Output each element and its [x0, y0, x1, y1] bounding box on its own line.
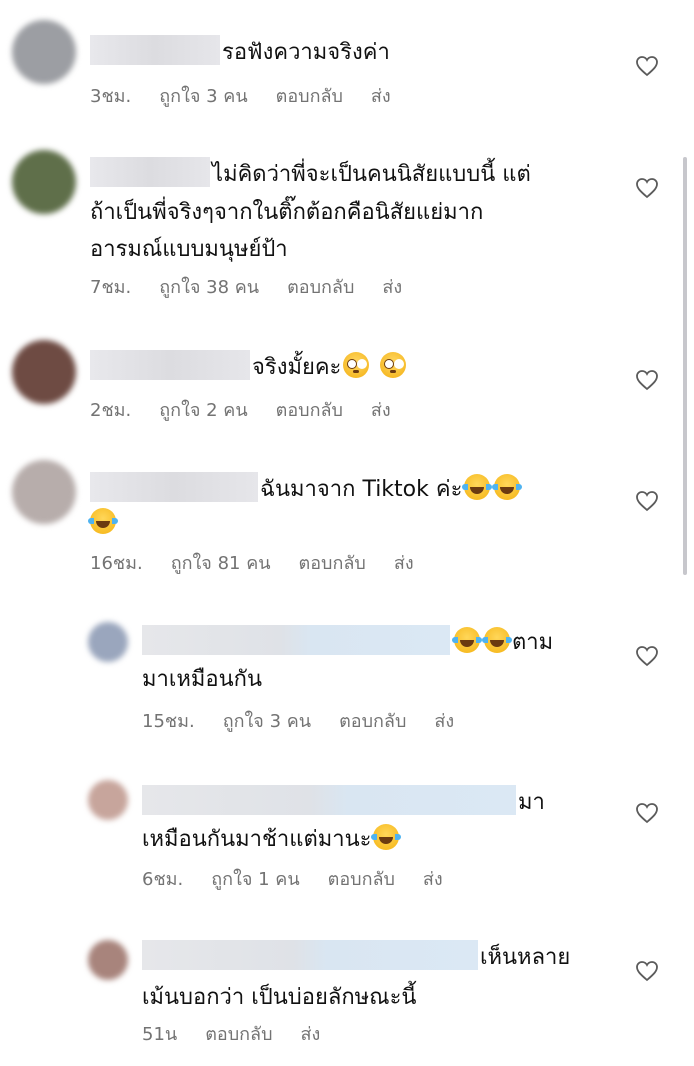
comment-body-line: อารมณ์แบบมนุษย์ป้า — [90, 237, 288, 262]
likes-count[interactable]: ถูกใจ 38 คน — [159, 277, 259, 298]
likes-count[interactable]: ถูกใจ 2 คน — [159, 400, 247, 421]
send-button[interactable]: ส่ง — [371, 86, 391, 107]
comment-body: รอฟังความจริงค่า — [222, 40, 390, 65]
send-button[interactable]: ส่ง — [423, 869, 443, 890]
reply-text-line: เหมือนกันมาช้าแต่มานะ — [142, 822, 402, 857]
reply-body-line: เห็นหลาย — [480, 945, 571, 970]
send-button[interactable]: ส่ง — [394, 553, 414, 574]
avatar[interactable] — [88, 780, 128, 820]
comment-text-line: ถ้าเป็นพี่จริงๆจากในติ๊กต้อกคือนิสัยแย่ม… — [90, 195, 483, 230]
heart-outline-icon[interactable] — [635, 960, 659, 982]
avatar[interactable] — [88, 940, 128, 980]
reply-body-line: ตาม — [512, 630, 554, 655]
timestamp: 16ชม. — [90, 553, 143, 574]
avatar[interactable] — [12, 150, 76, 214]
tears-of-joy-emoji — [462, 474, 493, 500]
comment-meta: 16ชม. ถูกใจ 81 คน ตอบกลับ ส่ง — [90, 552, 442, 576]
send-button[interactable]: ส่ง — [434, 711, 454, 732]
comment-body-line: ถ้าเป็นพี่จริงๆจากในติ๊กต้อกคือนิสัยแย่ม… — [90, 200, 484, 225]
comment-meta: 2ชม. ถูกใจ 2 คน ตอบกลับ ส่ง — [90, 399, 419, 423]
tears-of-joy-emoji — [88, 508, 118, 534]
scrollbar[interactable] — [683, 157, 687, 575]
comment-body-line: ไม่คิดว่าพี่จะเป็นคนนิสัยแบบนี้ แต่ — [212, 162, 531, 187]
avatar[interactable] — [12, 20, 76, 84]
likes-count[interactable]: ถูกใจ 1 คน — [211, 869, 299, 890]
reply-button[interactable]: ตอบกลับ — [205, 1024, 272, 1045]
heart-outline-icon[interactable] — [635, 802, 659, 824]
reply-body-line: มา — [518, 790, 545, 815]
reply-button[interactable]: ตอบกลับ — [299, 553, 366, 574]
timestamp: 15ชม. — [142, 711, 195, 732]
comment-text-line: อารมณ์แบบมนุษย์ป้า — [90, 232, 288, 267]
flushed-face-emoji — [380, 352, 407, 378]
reply-meta: 15ชม. ถูกใจ 3 คน ตอบกลับ ส่ง — [142, 710, 482, 734]
send-button[interactable]: ส่ง — [301, 1024, 321, 1045]
reply-text: มา — [142, 785, 545, 820]
heart-outline-icon[interactable] — [635, 177, 659, 199]
reply-button[interactable]: ตอบกลับ — [328, 869, 395, 890]
avatar[interactable] — [12, 340, 76, 404]
reply-meta: 6ชม. ถูกใจ 1 คน ตอบกลับ ส่ง — [142, 868, 471, 892]
reply-button[interactable]: ตอบกลับ — [339, 711, 406, 732]
timestamp: 2ชม. — [90, 400, 132, 421]
timestamp: 3ชม. — [90, 86, 132, 107]
username-redacted[interactable] — [142, 625, 450, 655]
comment-body: ฉันมาจาก Tiktok ค่ะ — [260, 477, 463, 502]
reply-text-line: มาเหมือนกัน — [142, 662, 262, 697]
username-redacted[interactable] — [90, 35, 220, 65]
send-button[interactable]: ส่ง — [371, 400, 391, 421]
comment-text: รอฟังความจริงค่า — [90, 35, 390, 70]
reply-body-line: มาเหมือนกัน — [142, 667, 262, 692]
username-redacted[interactable] — [90, 157, 210, 187]
reply-text-line: เม้นบอกว่า เป็นบ่อยลักษณะนี้ — [142, 980, 416, 1015]
comment-text: จริงมั้ยคะ — [90, 350, 408, 385]
reply-text: เห็นหลาย — [142, 940, 570, 975]
reply-body-line: เม้นบอกว่า เป็นบ่อยลักษณะนี้ — [142, 985, 417, 1010]
heart-outline-icon[interactable] — [635, 490, 659, 512]
likes-count[interactable]: ถูกใจ 81 คน — [171, 553, 271, 574]
heart-outline-icon[interactable] — [635, 369, 659, 391]
reply-meta: 51น ตอบกลับ ส่ง — [142, 1023, 348, 1047]
username-redacted[interactable] — [142, 940, 478, 970]
reply-button[interactable]: ตอบกลับ — [276, 86, 343, 107]
comment-text-line — [88, 506, 118, 541]
likes-count[interactable]: ถูกใจ 3 คน — [159, 86, 247, 107]
avatar[interactable] — [12, 460, 76, 524]
avatar[interactable] — [88, 622, 128, 662]
tears-of-joy-emoji — [371, 824, 402, 850]
comment-text: ไม่คิดว่าพี่จะเป็นคนนิสัยแบบนี้ แต่ — [90, 157, 531, 192]
timestamp: 6ชม. — [142, 869, 184, 890]
tears-of-joy-emoji — [492, 474, 523, 500]
heart-outline-icon[interactable] — [635, 645, 659, 667]
reply-button[interactable]: ตอบกลับ — [276, 400, 343, 421]
flushed-face-emoji — [343, 352, 370, 378]
username-redacted[interactable] — [90, 472, 258, 502]
timestamp: 51น — [142, 1024, 178, 1045]
tears-of-joy-emoji — [452, 627, 482, 653]
username-redacted[interactable] — [142, 785, 516, 815]
comment-text: ฉันมาจาก Tiktok ค่ะ — [90, 472, 523, 507]
send-button[interactable]: ส่ง — [382, 277, 402, 298]
reply-text: ตาม — [142, 625, 553, 660]
comment-meta: 7ชม. ถูกใจ 38 คน ตอบกลับ ส่ง — [90, 276, 430, 300]
heart-outline-icon[interactable] — [635, 55, 659, 77]
likes-count[interactable]: ถูกใจ 3 คน — [223, 711, 311, 732]
username-redacted[interactable] — [90, 350, 250, 380]
timestamp: 7ชม. — [90, 277, 132, 298]
reply-button[interactable]: ตอบกลับ — [287, 277, 354, 298]
comment-meta: 3ชม. ถูกใจ 3 คน ตอบกลับ ส่ง — [90, 85, 419, 109]
tears-of-joy-emoji — [482, 627, 512, 653]
comments-screen: { "comments": [ { "text": "รอฟังความจริง… — [0, 0, 694, 1066]
comment-body: จริงมั้ยคะ — [252, 355, 342, 380]
reply-body-line: เหมือนกันมาช้าแต่มานะ — [142, 827, 372, 852]
